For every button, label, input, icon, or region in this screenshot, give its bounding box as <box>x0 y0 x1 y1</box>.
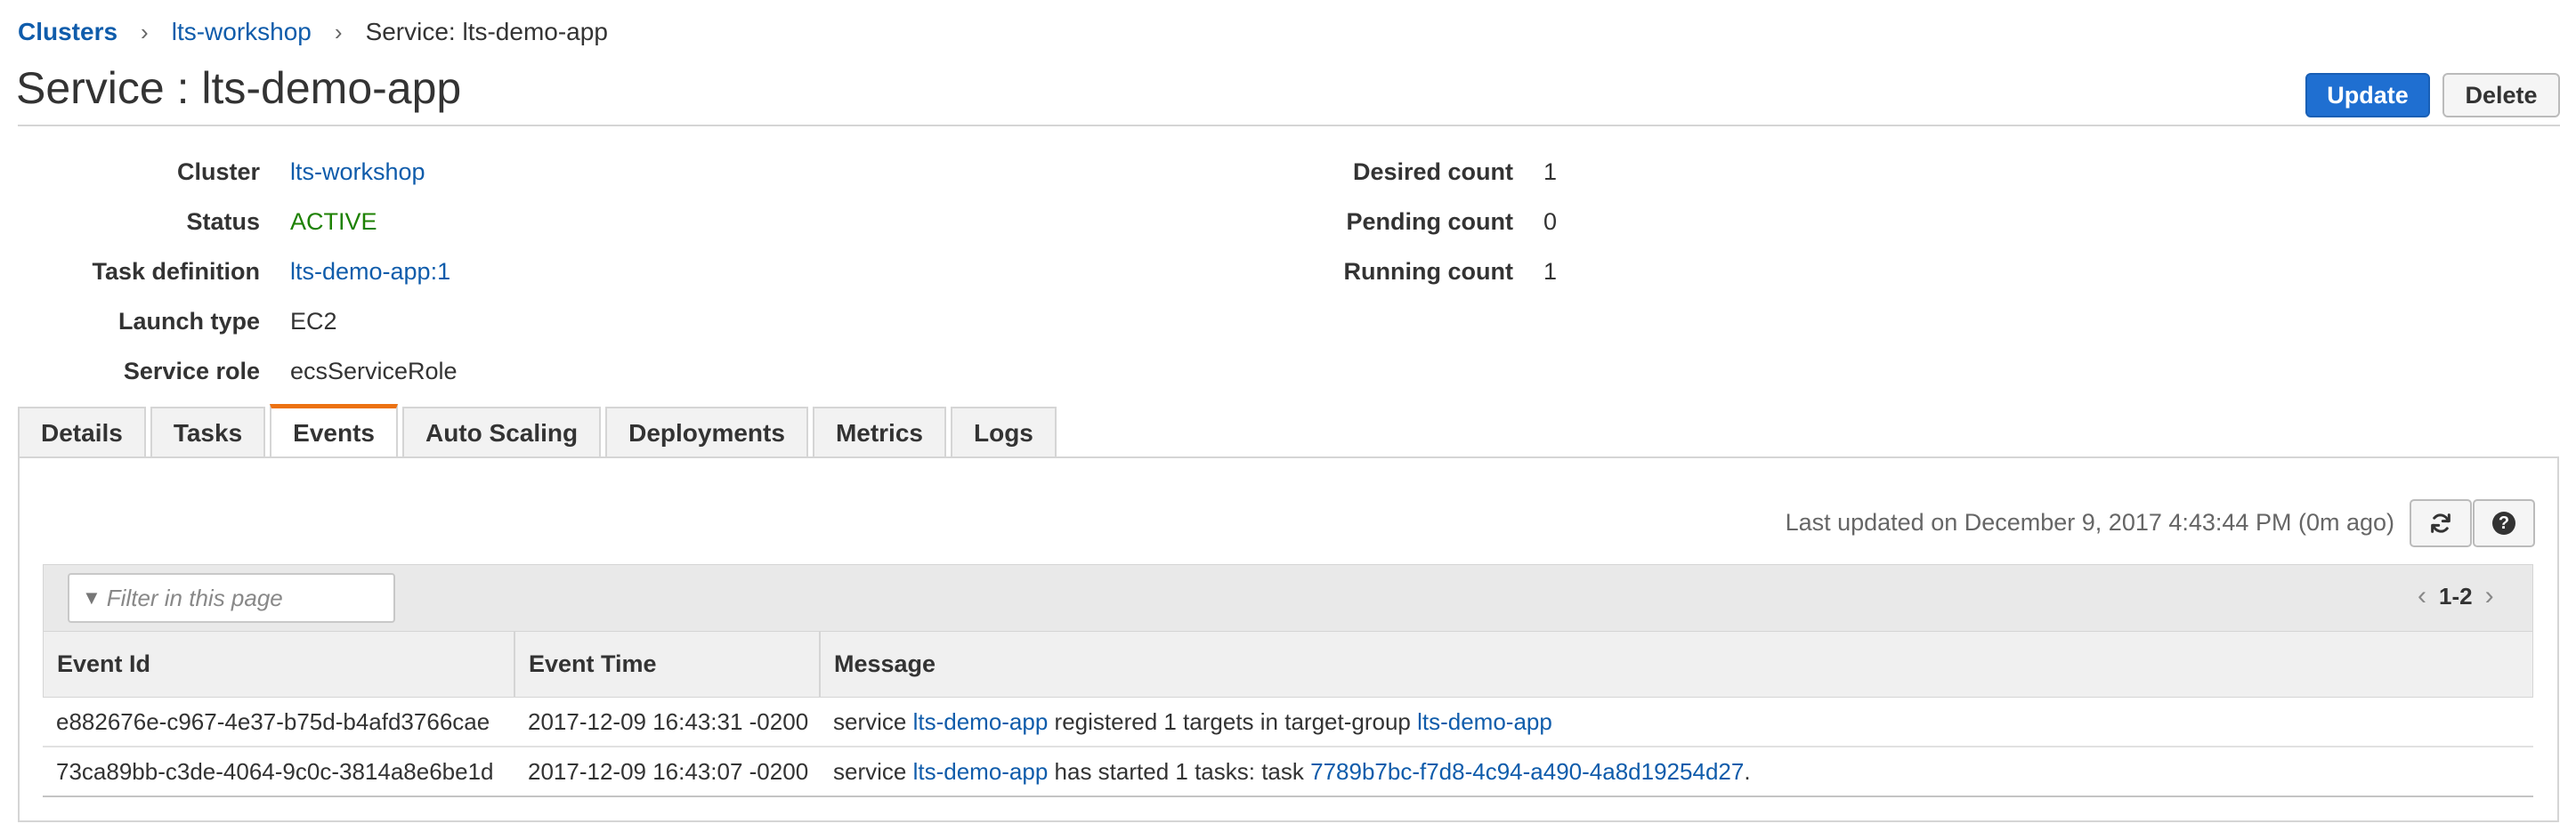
summary-pending-count: Pending count 0 <box>0 204 1558 239</box>
tab-tasks[interactable]: Tasks <box>150 407 266 457</box>
summary-launch-type: Launch type EC2 <box>18 303 337 339</box>
last-updated-text: Last updated on December 9, 2017 4:43:44… <box>1785 509 2394 536</box>
message-text: service <box>833 707 913 735</box>
tab-auto-scaling[interactable]: Auto Scaling <box>401 407 602 457</box>
column-header-message[interactable]: Message <box>821 632 2532 697</box>
summary-service-role: Service role ecsServiceRole <box>18 353 458 389</box>
delete-button[interactable]: Delete <box>2442 73 2560 117</box>
help-icon: ? <box>2492 512 2515 535</box>
pager-range: 1-2 <box>2439 582 2473 610</box>
tab-logs[interactable]: Logs <box>950 407 1057 457</box>
breadcrumb: Clusters › lts-workshop › Service: lts-d… <box>18 18 608 46</box>
event-id-cell: 73ca89bb-c3de-4064-9c0c-3814a8e6be1d <box>56 757 494 785</box>
update-button[interactable]: Update <box>2305 73 2430 117</box>
chevron-left-icon[interactable]: ‹ <box>2418 581 2426 611</box>
launch-type-value: EC2 <box>290 307 337 335</box>
events-table-header: Event Id Event Time Message <box>43 632 2533 698</box>
event-id-cell: e882676e-c967-4e37-b75d-b4afd3766cae <box>56 707 490 735</box>
refresh-button[interactable] <box>2410 499 2472 547</box>
event-time-cell: 2017-12-09 16:43:07 -0200 <box>528 757 809 785</box>
column-header-event-id[interactable]: Event Id <box>44 632 515 697</box>
summary-desired-count: Desired count 1 <box>0 154 1557 190</box>
pagination: ‹ 1-2 › <box>2418 581 2494 611</box>
tab-details[interactable]: Details <box>18 407 146 457</box>
message-text: . <box>1744 757 1751 785</box>
message-text: service <box>833 757 913 785</box>
refresh-icon <box>2431 513 2450 533</box>
task-link[interactable]: 7789b7bc-f7d8-4c94-a490-4a8d19254d27 <box>1310 758 1744 786</box>
page-title: Service : lts-demo-app <box>16 63 462 113</box>
service-role-value: ecsServiceRole <box>290 357 458 384</box>
summary-key: Service role <box>123 357 260 384</box>
tab-metrics[interactable]: Metrics <box>812 407 946 457</box>
summary-key: Desired count <box>1352 158 1513 185</box>
breadcrumb-separator-icon: › <box>141 18 149 45</box>
service-link[interactable]: lts-demo-app <box>913 708 1049 736</box>
summary-key: Running count <box>1343 257 1513 285</box>
message-text: registered 1 targets in target-group <box>1048 707 1418 735</box>
service-tabs: Details Tasks Events Auto Scaling Deploy… <box>18 404 1061 457</box>
event-time-cell: 2017-12-09 16:43:31 -0200 <box>528 707 809 735</box>
table-row: 73ca89bb-c3de-4064-9c0c-3814a8e6be1d 201… <box>43 747 2533 797</box>
desired-count-value: 1 <box>1543 158 1558 185</box>
filter-bar <box>43 564 2533 632</box>
message-text: has started 1 tasks: task <box>1048 757 1311 785</box>
target-group-link[interactable]: lts-demo-app <box>1417 708 1552 736</box>
service-link[interactable]: lts-demo-app <box>913 758 1049 786</box>
filter-placeholder: Filter in this page <box>106 584 283 611</box>
breadcrumb-cluster-link[interactable]: lts-workshop <box>172 18 312 46</box>
help-button[interactable]: ? <box>2473 499 2535 547</box>
summary-running-count: Running count 1 <box>0 254 1557 289</box>
event-message-cell: service lts-demo-app registered 1 target… <box>820 698 2533 746</box>
filter-icon: ▼ <box>82 586 101 609</box>
title-divider <box>18 125 2560 126</box>
table-row: e882676e-c967-4e37-b75d-b4afd3766cae 201… <box>43 698 2533 747</box>
summary-key: Pending count <box>1346 207 1513 235</box>
pending-count-value: 0 <box>1543 207 1558 235</box>
breadcrumb-separator-icon: › <box>334 18 343 45</box>
column-header-event-time[interactable]: Event Time <box>515 632 821 697</box>
chevron-right-icon[interactable]: › <box>2485 581 2494 611</box>
event-message-cell: service lts-demo-app has started 1 tasks… <box>820 747 2533 796</box>
tab-deployments[interactable]: Deployments <box>605 407 808 457</box>
filter-input[interactable]: ▼ Filter in this page <box>68 573 395 623</box>
tab-events[interactable]: Events <box>270 404 398 457</box>
summary-key: Launch type <box>117 307 260 335</box>
running-count-value: 1 <box>1543 257 1558 285</box>
breadcrumb-current: Service: lts-demo-app <box>365 18 608 45</box>
breadcrumb-clusters-link[interactable]: Clusters <box>18 18 117 46</box>
